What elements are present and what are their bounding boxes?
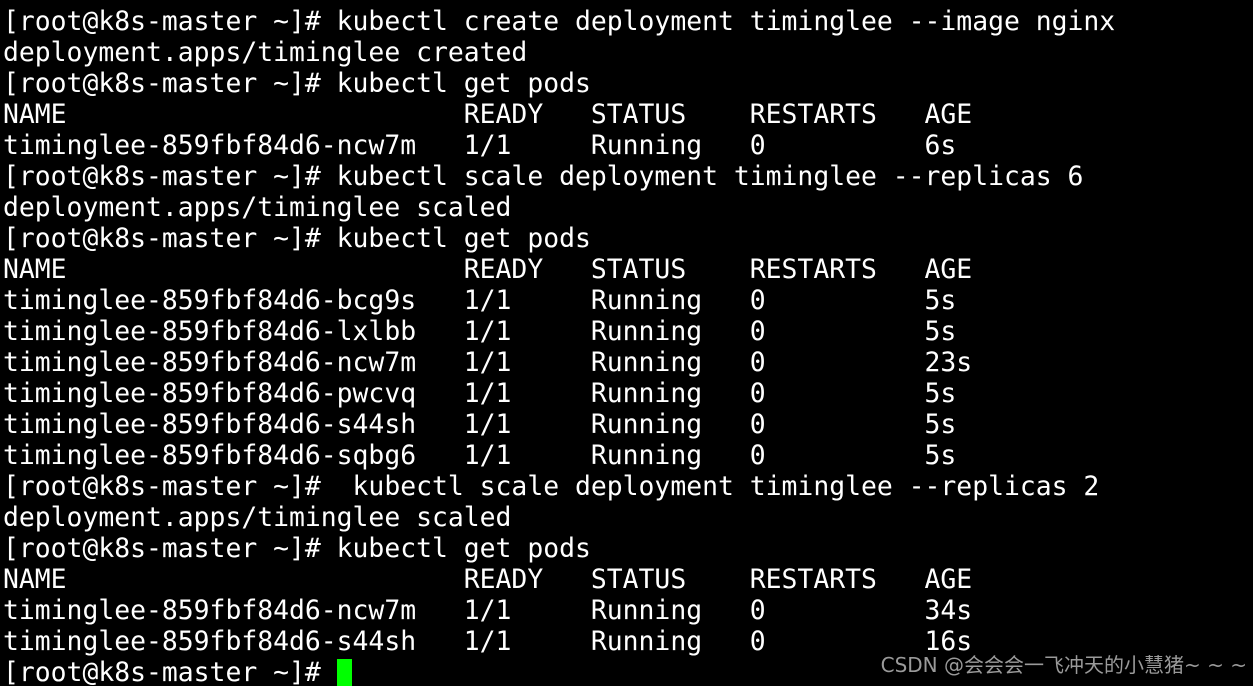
table-row: timinglee-859fbf84d6-s44sh 1/1 Running 0… bbox=[3, 409, 957, 440]
table-row: timinglee-859fbf84d6-sqbg6 1/1 Running 0… bbox=[3, 440, 957, 471]
terminal-line: [root@k8s-master ~]# kubectl scale deplo… bbox=[3, 161, 1084, 192]
text-cursor[interactable] bbox=[336, 659, 352, 686]
table-row: timinglee-859fbf84d6-ncw7m 1/1 Running 0… bbox=[3, 347, 973, 378]
table-header: NAME READY STATUS RESTARTS AGE bbox=[3, 254, 973, 285]
table-row: timinglee-859fbf84d6-pwcvq 1/1 Running 0… bbox=[3, 378, 957, 409]
table-row: timinglee-859fbf84d6-bcg9s 1/1 Running 0… bbox=[3, 285, 957, 316]
terminal-line: [root@k8s-master ~]# kubectl get pods bbox=[3, 223, 591, 254]
terminal-line: [root@k8s-master ~]# kubectl scale deplo… bbox=[3, 471, 1100, 502]
terminal-line: [root@k8s-master ~]# kubectl get pods bbox=[3, 68, 591, 99]
table-header: NAME READY STATUS RESTARTS AGE bbox=[3, 564, 973, 595]
terminal-window[interactable]: [root@k8s-master ~]# kubectl create depl… bbox=[0, 0, 1253, 686]
watermark: CSDN @会会会一飞冲天的小慧猪~ ~ ~ bbox=[880, 653, 1247, 677]
table-row: timinglee-859fbf84d6-ncw7m 1/1 Running 0… bbox=[3, 130, 957, 161]
terminal-line: [root@k8s-master ~]# kubectl create depl… bbox=[3, 6, 1116, 37]
table-row: timinglee-859fbf84d6-ncw7m 1/1 Running 0… bbox=[3, 595, 973, 626]
terminal-line: deployment.apps/timinglee scaled bbox=[3, 502, 512, 533]
table-header: NAME READY STATUS RESTARTS AGE bbox=[3, 99, 973, 130]
terminal-line: deployment.apps/timinglee created bbox=[3, 37, 528, 68]
terminal-line: deployment.apps/timinglee scaled bbox=[3, 192, 512, 223]
terminal-line: [root@k8s-master ~]# kubectl get pods bbox=[3, 533, 591, 564]
table-row: timinglee-859fbf84d6-lxlbb 1/1 Running 0… bbox=[3, 316, 957, 347]
shell-prompt: [root@k8s-master ~]# bbox=[3, 657, 337, 686]
